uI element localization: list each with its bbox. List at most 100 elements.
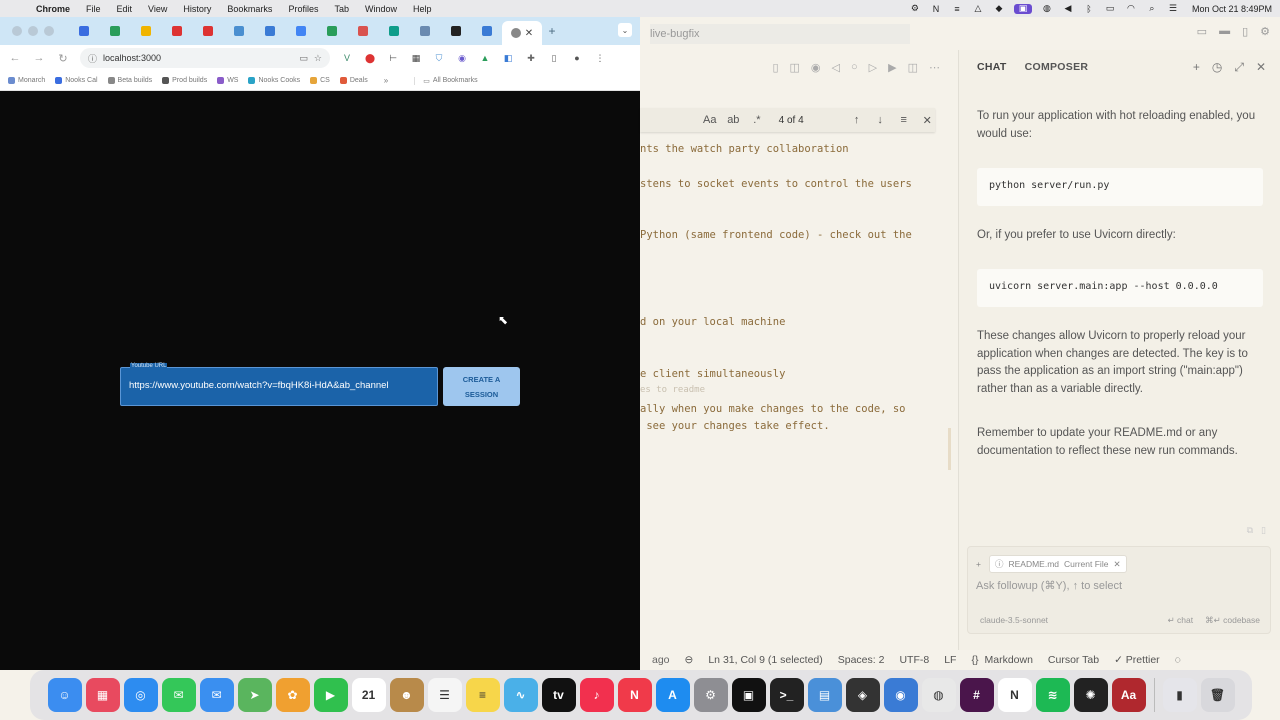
tab-chat[interactable]: CHAT	[977, 61, 1007, 73]
notion-icon[interactable]: N	[930, 4, 942, 14]
browser-tab[interactable]	[285, 21, 316, 41]
search-icon[interactable]: ⌕	[1146, 3, 1158, 14]
remove-context-icon[interactable]: ✕	[1113, 559, 1120, 570]
match-case-icon[interactable]: Aa	[702, 114, 718, 126]
new-chat-icon[interactable]: +	[1193, 60, 1200, 75]
timeline-forward-icon[interactable]: ▷	[869, 61, 877, 74]
dock-app-dictionary-icon[interactable]: Aa	[1111, 678, 1146, 712]
context-file-pill[interactable]: ⓘ README.md Current File ✕	[988, 555, 1127, 573]
status-language-icon[interactable]: {}	[971, 654, 978, 666]
browser-tab[interactable]	[161, 21, 192, 41]
toggle-panel-icon[interactable]: ▬	[1219, 25, 1230, 38]
notifications-bell-icon[interactable]: ◌	[1175, 654, 1181, 666]
browser-tab[interactable]	[471, 21, 502, 41]
forward-icon[interactable]: →	[32, 52, 46, 64]
code-line[interactable]: ally when you make changes to the code, …	[640, 403, 906, 415]
code-line[interactable]: nts the watch party collaboration	[640, 143, 849, 155]
dock-app-chrome-icon[interactable]: ◍	[921, 678, 956, 712]
code-line[interactable]: es to readme	[640, 385, 705, 395]
bookmark-item[interactable]: Deals	[339, 77, 368, 84]
menubar-clock[interactable]: Mon Oct 21 8:49PM	[1192, 4, 1272, 14]
drive-icon[interactable]: ▲	[478, 51, 492, 65]
browser-tab[interactable]	[440, 21, 471, 41]
browser-tab[interactable]	[316, 21, 347, 41]
close-tab-icon[interactable]: ✕	[525, 28, 533, 39]
browser-tab[interactable]	[68, 21, 99, 41]
dock-app-contacts-icon[interactable]: ☻	[389, 678, 424, 712]
cast-icon[interactable]: ▭	[299, 53, 308, 64]
tab-search-button[interactable]: ⌄	[618, 23, 632, 37]
create-session-button[interactable]: CREATE A SESSION	[443, 367, 520, 406]
minimize-window-button[interactable]	[28, 26, 38, 36]
dock-app-trash-icon[interactable]: 🗑	[1200, 678, 1235, 712]
history-icon[interactable]: ◷	[1212, 60, 1222, 75]
status-zoom-icon[interactable]: ⊖	[685, 654, 694, 666]
code-line[interactable]: stens to socket events to control the us…	[640, 178, 912, 190]
scrollbar-marker[interactable]	[948, 428, 951, 470]
bookmark-star-icon[interactable]: ☆	[314, 53, 322, 64]
dock-app-cursor-icon[interactable]: ▣	[731, 678, 766, 712]
dock-app-facetime-icon[interactable]: ▶	[313, 678, 348, 712]
focus-icon[interactable]: ◆	[993, 3, 1005, 14]
adblock-icon[interactable]: ⬤	[363, 51, 377, 65]
more-actions-icon[interactable]: ⋯	[929, 61, 940, 74]
dock-app-proxyman-icon[interactable]: ◉	[883, 678, 918, 712]
dock-app-chatgpt-icon[interactable]: ✺	[1073, 678, 1108, 712]
volume-icon[interactable]: ◀	[1062, 3, 1074, 14]
model-selector[interactable]: claude-3.5-sonnet	[980, 615, 1048, 625]
status-prettier[interactable]: ✓ Prettier	[1114, 654, 1160, 666]
browser-tab-active[interactable]: ✕	[502, 21, 542, 45]
bookmark-item[interactable]: Nooks Cooks	[248, 77, 300, 84]
stats-icon[interactable]: ≡	[951, 4, 963, 14]
bookmark-item[interactable]: WS	[217, 77, 238, 84]
code-editor[interactable]: ▯ ◫ ◉ ◁ ○ ▷ ▶ ◫ ⋯ Aa ab .* 4 of 4 ↑ ↓ ≡ …	[640, 50, 958, 650]
regex-icon[interactable]: .*	[749, 114, 765, 126]
open-preview-icon[interactable]: ▯	[772, 61, 778, 74]
menu-tab[interactable]: Tab	[334, 4, 349, 14]
dock-app-terminal-icon[interactable]: >_	[769, 678, 804, 712]
browser-tab[interactable]	[223, 21, 254, 41]
dock-app-system-settings-icon[interactable]: ⚙	[693, 678, 728, 712]
find-in-selection-icon[interactable]: ≡	[896, 114, 912, 126]
reload-icon[interactable]: ↻	[56, 52, 70, 65]
sidepanel-icon[interactable]: ▯	[547, 51, 561, 65]
menu-bookmarks[interactable]: Bookmarks	[227, 4, 272, 14]
bluetooth-icon[interactable]: ᛒ	[1083, 4, 1095, 14]
dock-app-preview-icon[interactable]: ▤	[807, 678, 842, 712]
wifi-icon[interactable]: ◠	[1125, 3, 1137, 14]
toggle-secondary-sidebar-icon[interactable]: ▯	[1242, 25, 1248, 38]
dock-app-tv-icon[interactable]: tv	[541, 678, 576, 712]
bookmark-item[interactable]: Nooks Cal	[55, 77, 98, 84]
battery-icon[interactable]: ▭	[1104, 3, 1116, 14]
code-line[interactable]: see your changes take effect.	[640, 420, 829, 432]
menu-window[interactable]: Window	[365, 4, 397, 14]
browser-tab[interactable]	[99, 21, 130, 41]
status-git-time[interactable]: ago	[652, 654, 670, 666]
dock-app-finder-icon[interactable]: ☺	[47, 678, 82, 712]
dock-app-reminders-icon[interactable]: ☰	[427, 678, 462, 712]
dock-app-app-store-icon[interactable]: A	[655, 678, 690, 712]
split-editor-icon[interactable]: ◫	[908, 61, 918, 74]
chat-submit-hint[interactable]: ↵ chat	[1168, 615, 1194, 626]
zoom-window-button[interactable]	[44, 26, 54, 36]
menu-view[interactable]: View	[148, 4, 167, 14]
browser-tab[interactable]	[192, 21, 223, 41]
dock-app-launchpad-icon[interactable]: ▦	[85, 678, 120, 712]
status-indentation[interactable]: Spaces: 2	[838, 654, 885, 666]
previous-match-icon[interactable]: ↑	[849, 114, 865, 126]
run-icon[interactable]: ▶	[888, 61, 896, 74]
all-bookmarks-button[interactable]: ▭ All Bookmarks	[414, 76, 478, 85]
dock-app-safari-icon[interactable]: ◎	[123, 678, 158, 712]
menu-profiles[interactable]: Profiles	[288, 4, 318, 14]
bookmark-item[interactable]: Prod builds	[162, 77, 207, 84]
control-center-icon[interactable]: ☰	[1167, 3, 1179, 14]
browser-tab[interactable]	[254, 21, 285, 41]
vue-devtools-icon[interactable]: V	[340, 51, 354, 65]
dock-app-messages-icon[interactable]: ✉	[161, 678, 196, 712]
dock-app-notion-icon[interactable]: N	[997, 678, 1032, 712]
dock-app-calendar-icon[interactable]: 21	[351, 678, 386, 712]
dock-app-mail-icon[interactable]: ✉	[199, 678, 234, 712]
browser-tab[interactable]	[347, 21, 378, 41]
screen-record-icon[interactable]: ▣	[1013, 3, 1032, 14]
status-eol[interactable]: LF	[944, 654, 956, 666]
